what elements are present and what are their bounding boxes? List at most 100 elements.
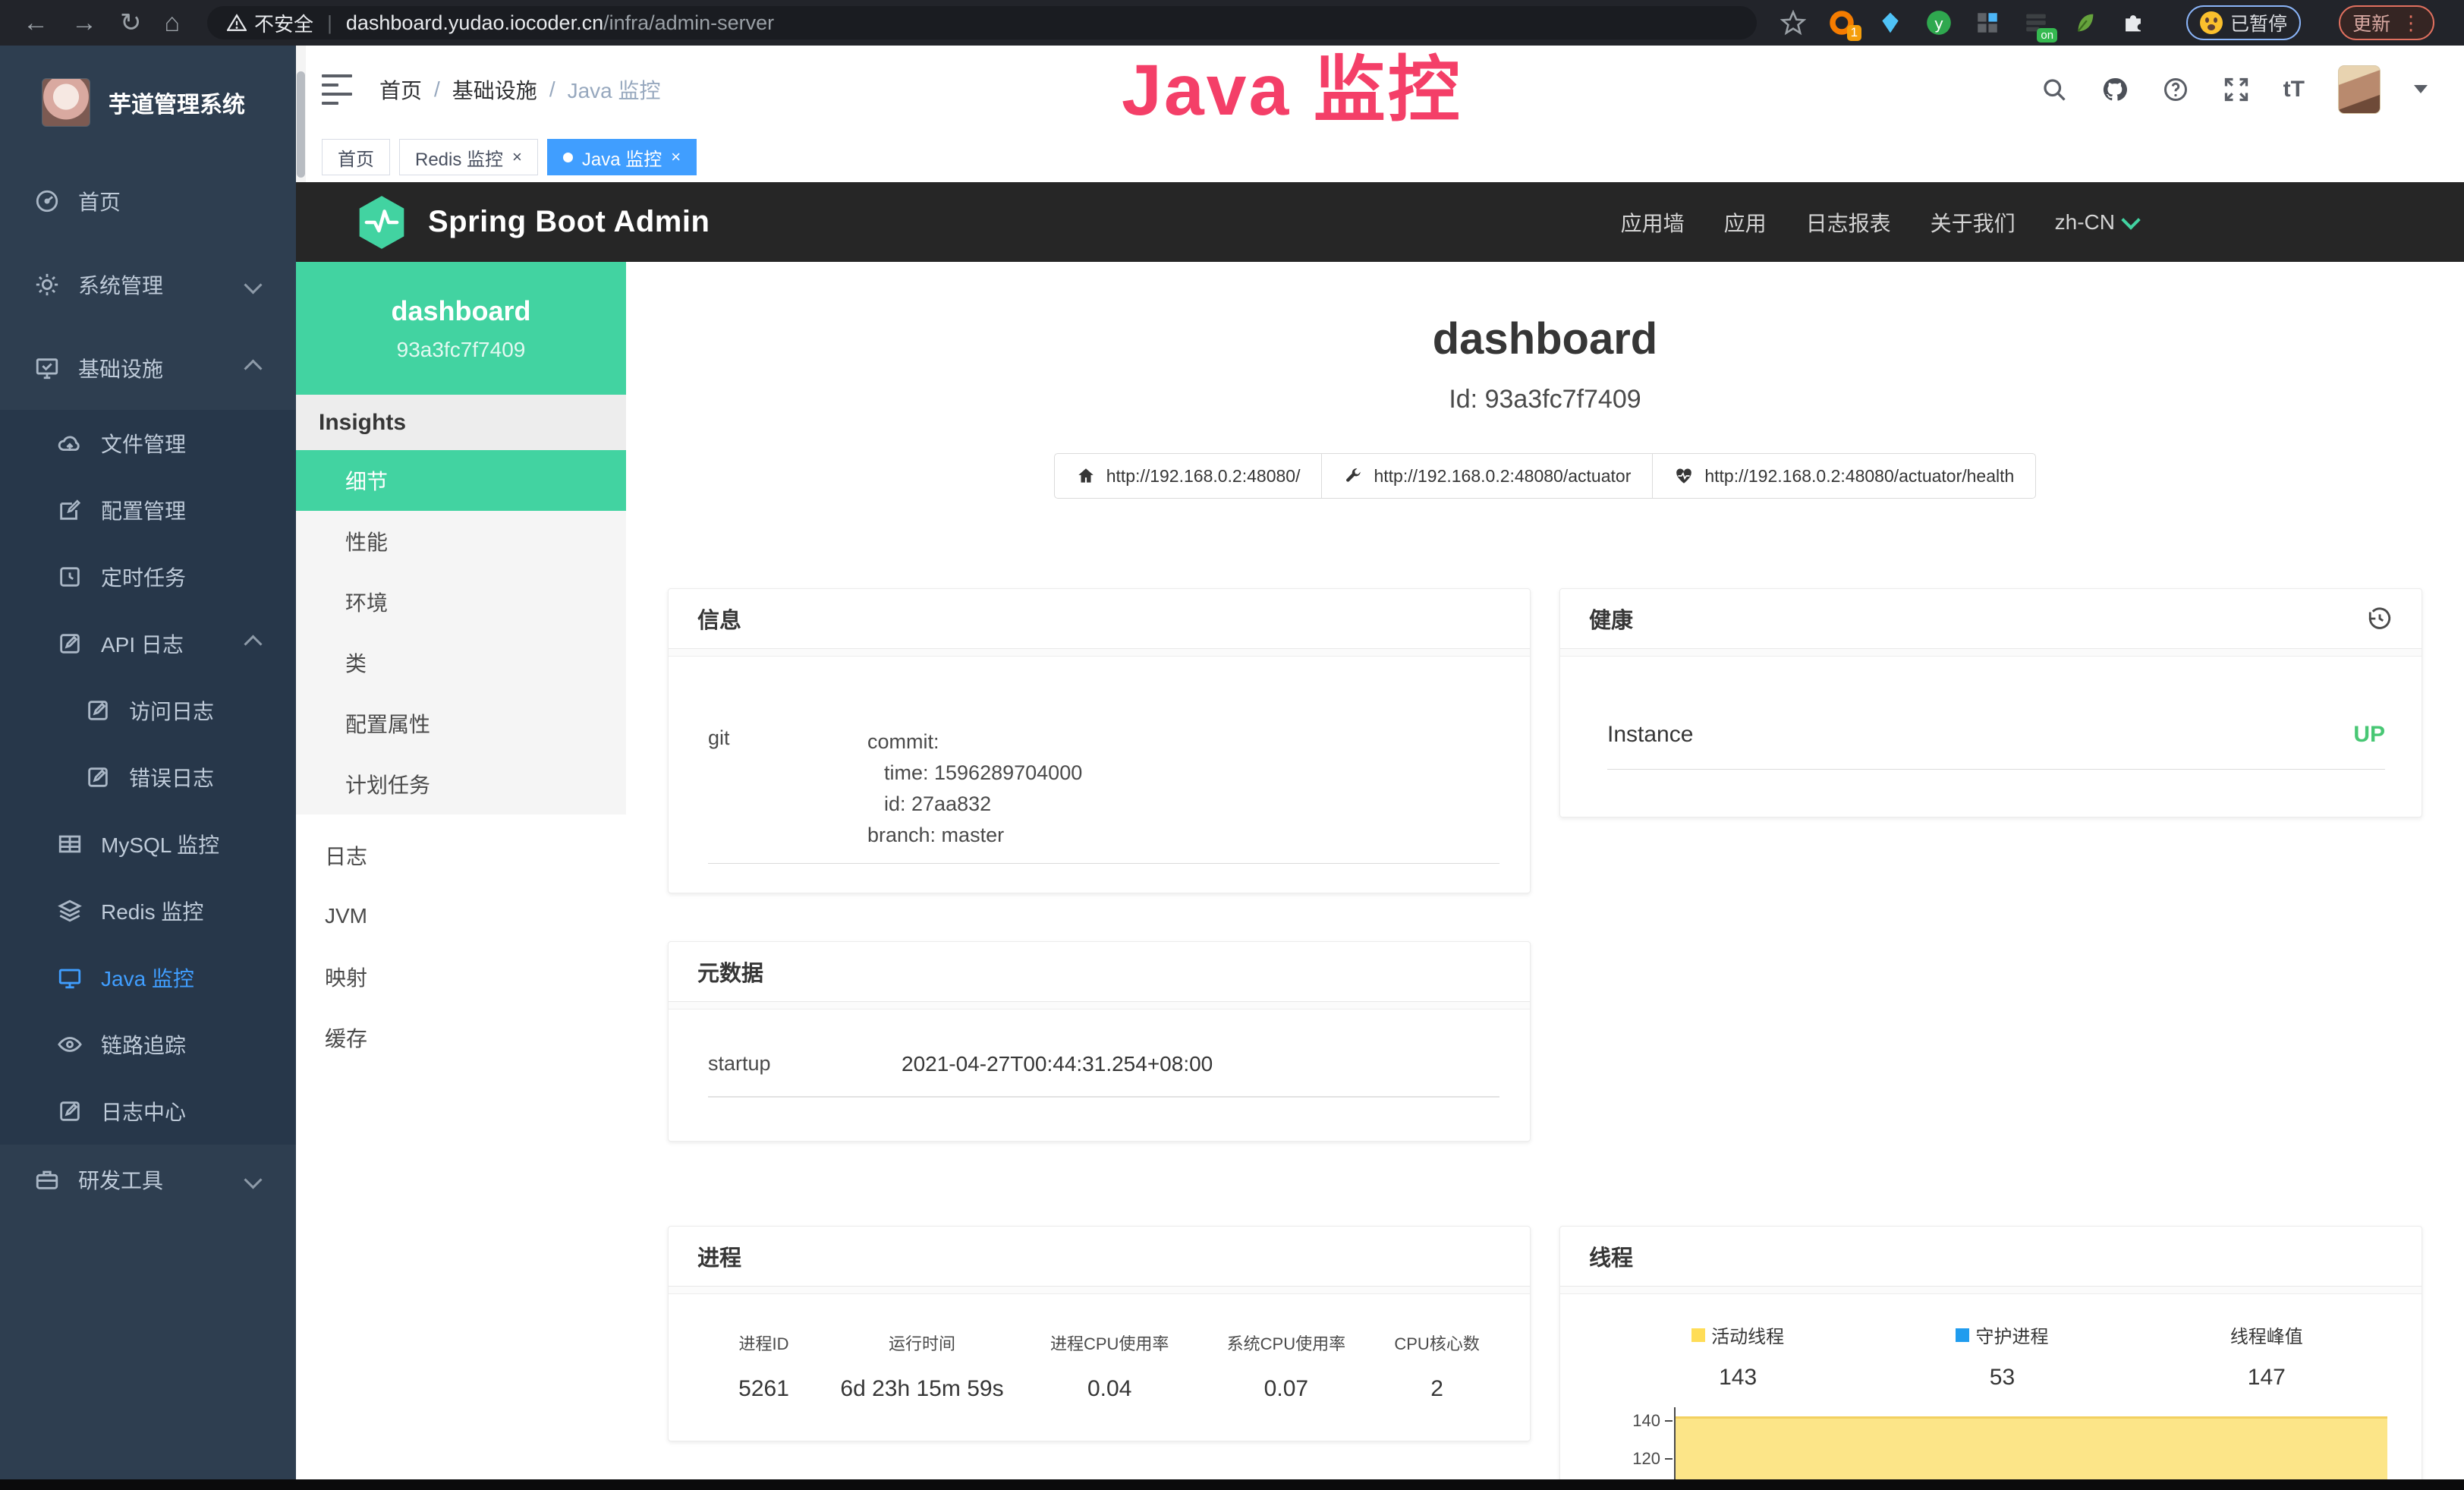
extension-gem-icon[interactable] [1875, 8, 1905, 38]
heartbeat-icon [1674, 466, 1694, 486]
forward-icon[interactable]: → [71, 8, 97, 38]
sba-item-mappings[interactable]: 映射 [296, 947, 626, 1007]
sba-item-label: 性能 [345, 526, 388, 556]
legend-live-threads: 活动线程 143 [1606, 1321, 1870, 1391]
browser-menu-icon[interactable]: ⋮ [2401, 11, 2421, 35]
info-key: git [708, 726, 867, 851]
endpoint-home-button[interactable]: http://192.168.0.2:48080/ [1054, 453, 1323, 499]
gauge-icon [34, 188, 60, 214]
reload-icon[interactable]: ↻ [120, 8, 142, 38]
home-icon[interactable]: ⌂ [165, 8, 181, 38]
sba-item-label: 计划任务 [345, 769, 430, 799]
tab-label: 首页 [338, 144, 374, 171]
sba-item-scheduled-tasks[interactable]: 计划任务 [296, 754, 626, 814]
sidebar-item-access-log[interactable]: 访问日志 [0, 677, 296, 744]
instance-id-label: Id: 93a3fc7f7409 [626, 385, 2464, 414]
sba-item-jvm[interactable]: JVM [296, 886, 626, 947]
sba-item-details[interactable]: 细节 [296, 450, 626, 511]
extension-y-icon[interactable]: y [1924, 8, 1954, 38]
sba-item-metrics[interactable]: 性能 [296, 511, 626, 572]
sba-item-logs[interactable]: 日志 [296, 825, 626, 886]
address-bar[interactable]: 不安全 | dashboard.yudao.iocoder.cn /infra/… [207, 6, 1757, 39]
extensions-puzzle-icon[interactable] [2118, 8, 2148, 38]
legend-peak-threads: 线程峰值 147 [2135, 1321, 2399, 1391]
sidebar-item-file-management[interactable]: 文件管理 [0, 410, 296, 477]
sidebar-item-scheduled-jobs[interactable]: 定时任务 [0, 543, 296, 610]
sidebar-item-label: 配置管理 [101, 495, 186, 525]
help-icon[interactable] [2162, 76, 2189, 103]
search-icon[interactable] [2041, 76, 2068, 103]
annotation-overlay-text: Java 监控 [1122, 32, 1462, 136]
home-icon [1076, 466, 1096, 486]
sba-item-classes[interactable]: 类 [296, 632, 626, 693]
sba-instance-header[interactable]: dashboard 93a3fc7f7409 [296, 262, 626, 395]
header-actions: tT [2041, 46, 2428, 133]
sba-nav-wallboard[interactable]: 应用墙 [1621, 207, 1685, 238]
sidebar-item-redis-monitor[interactable]: Redis 监控 [0, 877, 296, 944]
tab-label: Redis 监控 [415, 144, 503, 171]
extension-leaf-icon[interactable] [2069, 8, 2100, 38]
extension-grid-icon[interactable] [1972, 8, 2003, 38]
sba-nav-about[interactable]: 关于我们 [1931, 207, 2016, 238]
close-icon[interactable]: × [512, 147, 522, 167]
paused-emoji-icon [2200, 11, 2223, 34]
user-menu-caret-icon[interactable] [2414, 85, 2428, 93]
fullscreen-icon[interactable] [2223, 76, 2250, 103]
locale-selector[interactable]: zh-CN [2055, 210, 2138, 235]
tab-redis-monitor[interactable]: Redis 监控 × [399, 139, 538, 175]
sidebar-item-dev-tools[interactable]: 研发工具 [0, 1145, 296, 1214]
sidebar-item-infrastructure[interactable]: 基础设施 [0, 326, 296, 410]
admin-sidebar: 芋道管理系统 首页 系统管理 基础设施 文件管理 [0, 46, 296, 1479]
threads-card-title: 线程 [1560, 1227, 2422, 1287]
sidebar-item-config-management[interactable]: 配置管理 [0, 477, 296, 543]
back-icon[interactable]: ← [23, 8, 49, 38]
sba-item-config-props[interactable]: 配置属性 [296, 693, 626, 754]
breadcrumb-separator: / [434, 77, 440, 102]
sidebar-item-system[interactable]: 系统管理 [0, 243, 296, 326]
sba-main-content: dashboard Id: 93a3fc7f7409 http://192.16… [626, 262, 2464, 1479]
tab-java-monitor[interactable]: Java 监控 × [547, 139, 697, 175]
sidebar-item-api-log[interactable]: API 日志 [0, 610, 296, 677]
endpoint-url: http://192.168.0.2:48080/actuator/health [1704, 466, 2014, 487]
monitor-check-icon [34, 355, 60, 381]
close-icon[interactable]: × [671, 147, 681, 167]
app-logo-row[interactable]: 芋道管理系统 [0, 46, 296, 159]
sidebar-item-tracing[interactable]: 链路追踪 [0, 1011, 296, 1078]
bookmark-star-icon[interactable] [1778, 8, 1808, 38]
sba-item-environment[interactable]: 环境 [296, 572, 626, 632]
sidebar-item-home[interactable]: 首页 [0, 159, 296, 243]
endpoint-health-button[interactable]: http://192.168.0.2:48080/actuator/health [1652, 453, 2036, 499]
tab-home[interactable]: 首页 [322, 139, 390, 175]
paused-badge[interactable]: 已暂停 [2186, 5, 2301, 40]
sba-item-label: 日志 [325, 840, 367, 871]
sidebar-item-java-monitor[interactable]: Java 监控 [0, 944, 296, 1011]
sba-nav-applications[interactable]: 应用 [1724, 207, 1767, 238]
sba-nav-journal[interactable]: 日志报表 [1806, 207, 1891, 238]
history-icon [57, 564, 83, 590]
sba-item-caches[interactable]: 缓存 [296, 1007, 626, 1068]
sidebar-item-log-center[interactable]: 日志中心 [0, 1078, 296, 1145]
update-button[interactable]: 更新 ⋮ [2339, 5, 2434, 40]
github-icon[interactable] [2101, 76, 2129, 103]
sidebar-item-label: API 日志 [101, 628, 184, 659]
screen: ← → ↻ ⌂ 不安全 | dashboard.yudao.iocoder.cn… [0, 0, 2464, 1490]
endpoint-actuator-button[interactable]: http://192.168.0.2:48080/actuator [1321, 453, 1653, 499]
paused-label: 已暂停 [2230, 9, 2287, 36]
user-avatar[interactable] [2338, 65, 2381, 114]
divider [1607, 769, 2385, 770]
extension-on-icon[interactable]: on [2021, 8, 2051, 38]
scrollbar-thumb[interactable] [297, 71, 305, 178]
breadcrumb-infrastructure[interactable]: 基础设施 [452, 74, 537, 105]
process-card-title: 进程 [669, 1227, 1530, 1287]
endpoint-url: http://192.168.0.2:48080/actuator [1374, 466, 1631, 487]
security-label: 不安全 [254, 9, 313, 37]
breadcrumb-home[interactable]: 首页 [379, 74, 422, 105]
sidebar-toggle-icon[interactable] [322, 74, 352, 102]
scrollbar-track[interactable] [296, 46, 306, 182]
font-size-icon[interactable]: tT [2283, 77, 2305, 102]
sidebar-item-error-log[interactable]: 错误日志 [0, 744, 296, 811]
history-icon[interactable] [2367, 606, 2393, 632]
sba-item-label: 配置属性 [345, 708, 430, 739]
extension-orange-icon[interactable]: 1 [1827, 8, 1857, 38]
sidebar-item-mysql-monitor[interactable]: MySQL 监控 [0, 811, 296, 877]
